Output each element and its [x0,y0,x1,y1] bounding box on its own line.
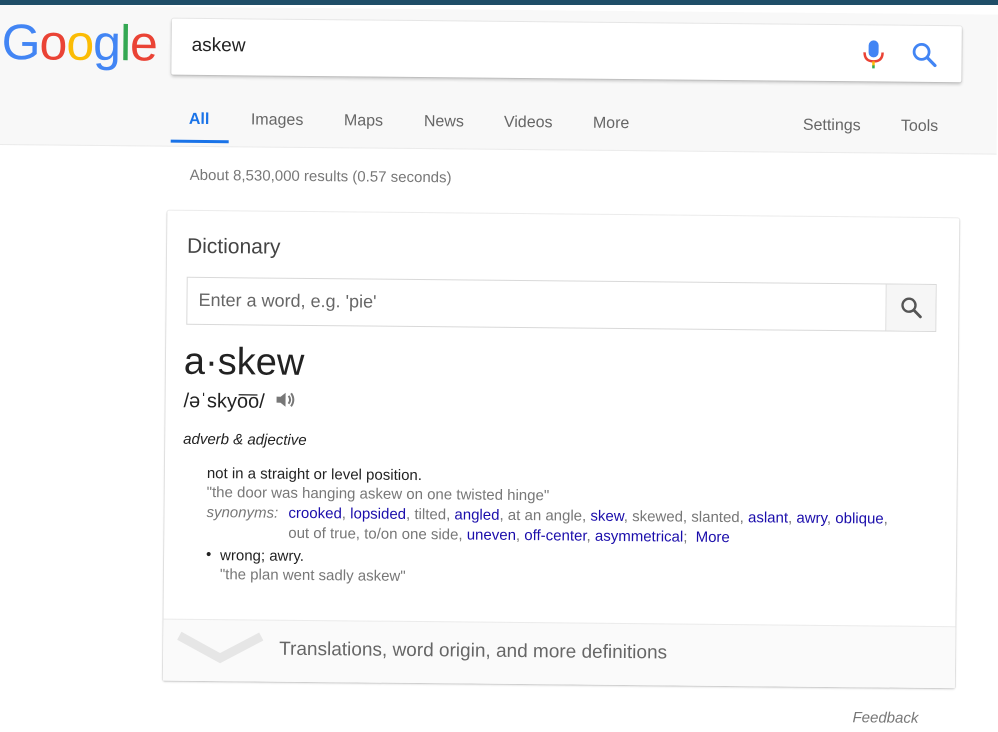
tab-more[interactable]: More [593,115,630,133]
tab-settings[interactable]: Settings [803,117,861,136]
synonym[interactable]: lopsided [350,505,406,523]
separator: , [623,508,633,526]
synonym[interactable]: off-center [524,527,586,545]
synonym[interactable]: oblique [835,510,884,527]
dictionary-input-placeholder[interactable]: Enter a word, e.g. 'pie' [198,290,376,313]
synonyms-label: synonyms: [206,503,279,522]
tab-maps[interactable]: Maps [344,112,383,130]
result-stats: About 8,530,000 results (0.57 seconds) [189,166,452,187]
separator: , [341,505,351,523]
synonym[interactable]: awry [796,510,827,527]
synonyms-row: synonyms: crooked, lopsided, tilted, ang… [206,503,906,550]
separator: , [739,509,749,527]
separator: , [883,510,888,528]
synonym[interactable]: asymmetrical [595,528,684,546]
separator: , [446,506,455,524]
separator: , [355,525,365,543]
feedback-link[interactable]: Feedback [852,709,918,727]
separator: , [826,509,836,528]
synonyms-more-link[interactable]: More [696,529,730,546]
chevron-down-icon[interactable] [177,630,264,670]
synonym[interactable]: aslant [748,509,788,526]
more-definitions-toggle[interactable]: Translations, word origin, and more defi… [162,618,956,689]
logo-letter: e [129,15,158,72]
results-area: About 8,530,000 results (0.57 seconds) D… [0,145,998,732]
separator: , [581,507,591,525]
synonym: to/on one side [364,525,459,544]
tab-images[interactable]: Images [251,111,304,130]
search-box[interactable]: askew [171,18,962,83]
synonym[interactable]: uneven [467,526,516,543]
tab-videos[interactable]: Videos [504,114,553,132]
definition-sense-2: • wrong; awry. "the plan went sadly aske… [205,545,906,590]
search-icon [901,297,922,319]
dictionary-search-button[interactable] [885,284,936,331]
logo-letter: o [39,14,67,71]
synonym[interactable]: angled [454,506,499,523]
search-icon[interactable] [911,42,937,68]
synonym[interactable]: crooked [288,505,342,523]
top-strip [0,0,998,5]
separator: , [515,526,525,545]
speaker-icon[interactable] [274,390,296,416]
pronunciation: /əˈskyo͞o/ [183,389,296,416]
synonym: skewed [632,508,684,526]
synonym: slanted [691,508,740,527]
active-tab-indicator [170,139,229,144]
search-input[interactable]: askew [192,35,246,58]
logo-letter: g [92,14,121,72]
tab-tools[interactable]: Tools [901,118,939,136]
dictionary-card: Dictionary Enter a word, e.g. 'pie' a·sk… [162,210,960,689]
header: Google askew All Images Maps News Videos… [0,5,998,155]
google-logo[interactable]: Google [1,14,158,72]
separator: ; [683,528,692,546]
synonym: tilted [414,505,447,524]
tab-all[interactable]: All [189,111,210,129]
synonyms-list: crooked, lopsided, tilted, angled, at an… [206,503,906,550]
dictionary-search-field[interactable]: Enter a word, e.g. 'pie' [186,276,937,332]
headword: a·skew [183,340,305,384]
separator: , [682,508,692,526]
separator: , [406,505,415,523]
synonym[interactable]: skew [590,508,624,525]
synonym: out of true [288,524,356,543]
dictionary-title: Dictionary [186,234,281,259]
bullet: • [205,545,212,564]
pronunciation-text: /əˈskyo͞o/ [183,390,265,413]
mic-icon[interactable] [861,39,885,69]
separator: , [787,509,797,527]
logo-letter: o [66,14,94,71]
definition-sense-1: not in a straight or level position. "th… [206,465,907,550]
logo-letter: G [1,14,40,71]
separator: , [586,527,596,545]
tab-news[interactable]: News [424,113,464,131]
more-definitions-label[interactable]: Translations, word origin, and more defi… [279,639,667,665]
synonym: at an angle [507,506,583,525]
logo-letter: l [119,15,131,72]
part-of-speech: adverb & adjective [183,430,307,449]
